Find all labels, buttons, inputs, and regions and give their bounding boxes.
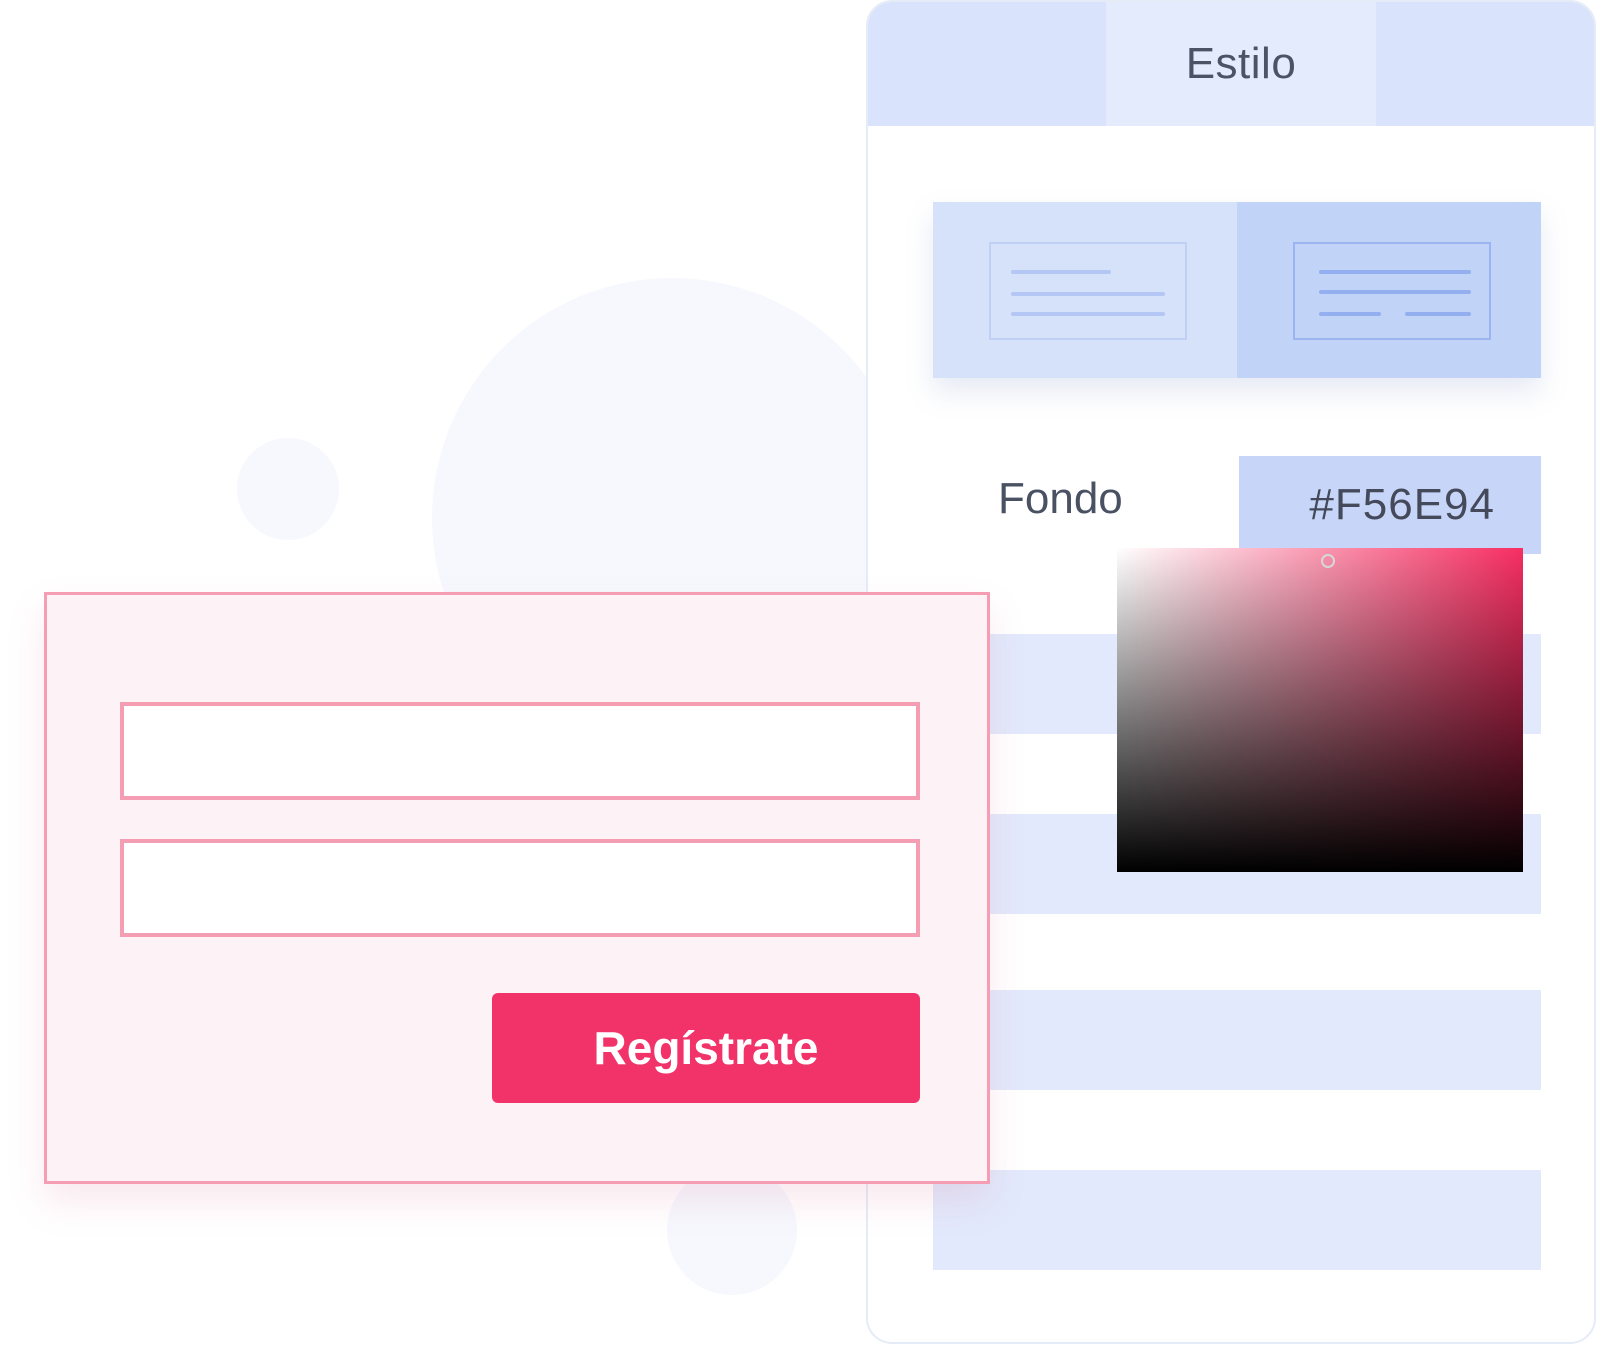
color-picker-handle[interactable] bbox=[1321, 554, 1335, 568]
layout-1-preview-icon bbox=[989, 242, 1187, 340]
background-color-input[interactable]: #F56E94 bbox=[1239, 456, 1541, 554]
signup-form-preview: Regístrate bbox=[44, 592, 990, 1184]
tab-left[interactable] bbox=[868, 2, 1106, 126]
layout-option-2[interactable] bbox=[1237, 202, 1541, 378]
background-circle-small bbox=[237, 438, 339, 540]
background-color-label: Fondo bbox=[998, 474, 1123, 523]
setting-row-4[interactable] bbox=[933, 1170, 1541, 1270]
form-input-2[interactable] bbox=[120, 839, 920, 937]
tab-right[interactable] bbox=[1376, 2, 1594, 126]
tab-estilo[interactable]: Estilo bbox=[1106, 2, 1376, 126]
form-input-1[interactable] bbox=[120, 702, 920, 800]
background-circle-bottom bbox=[667, 1165, 797, 1295]
layout-options bbox=[933, 202, 1541, 378]
panel-tab-bar: Estilo bbox=[868, 2, 1594, 126]
layout-2-preview-icon bbox=[1293, 242, 1491, 340]
register-button[interactable]: Regístrate bbox=[492, 993, 920, 1103]
layout-option-1[interactable] bbox=[933, 202, 1237, 378]
tab-estilo-label: Estilo bbox=[1185, 39, 1297, 88]
background-color-value: #F56E94 bbox=[1309, 480, 1495, 529]
setting-row-3[interactable] bbox=[933, 990, 1541, 1090]
color-picker-gradient[interactable] bbox=[1117, 548, 1523, 872]
